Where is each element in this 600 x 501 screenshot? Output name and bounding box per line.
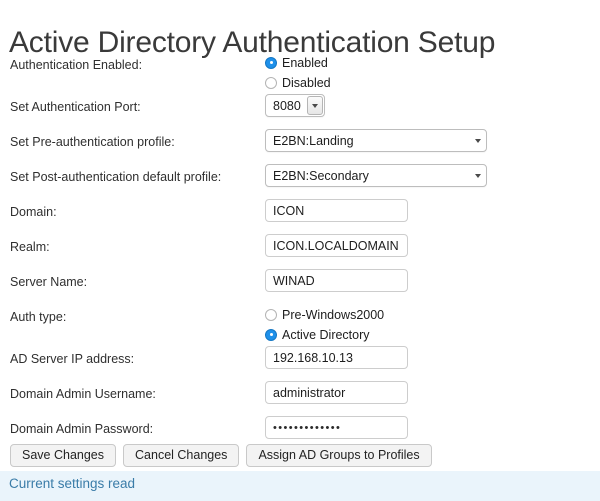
select-post-auth-profile-value: E2BN:Secondary (273, 168, 369, 183)
assign-ad-groups-button[interactable]: Assign AD Groups to Profiles (246, 444, 432, 467)
form-row-domain: Domain: (0, 199, 600, 238)
chevron-down-glyph (475, 138, 481, 143)
label-admin-password: Domain Admin Password: (10, 422, 154, 436)
ad-auth-form: Authentication Enabled: Enabled Disabled… (0, 56, 600, 455)
radio-enabled-label: Enabled (282, 55, 328, 70)
admin-password-input[interactable] (265, 416, 408, 439)
domain-input[interactable] (265, 199, 408, 222)
radio-option-enabled[interactable]: Enabled (265, 54, 331, 71)
radio-active-directory-icon[interactable] (265, 328, 277, 341)
form-row-auth-enabled: Authentication Enabled: Enabled Disabled (0, 56, 600, 98)
chevron-down-icon[interactable] (471, 131, 485, 150)
form-actions: Save Changes Cancel Changes Assign AD Gr… (10, 444, 432, 467)
form-row-realm: Realm: (0, 234, 600, 273)
label-ad-server-ip: AD Server IP address: (10, 352, 135, 366)
control-auth-port: 8080 (265, 94, 325, 117)
select-pre-auth-profile-value: E2BN:Landing (273, 133, 354, 148)
radio-enabled-icon[interactable] (265, 56, 277, 69)
ad-auth-setup-page: Active Directory Authentication Setup Au… (0, 0, 600, 501)
chevron-down-glyph (312, 103, 318, 108)
select-pre-auth-profile[interactable]: E2BN:Landing (265, 129, 487, 152)
ad-server-ip-input[interactable] (265, 346, 408, 369)
radio-group-auth-enabled: Enabled Disabled (265, 54, 331, 94)
cancel-changes-button[interactable]: Cancel Changes (123, 444, 240, 467)
form-row-admin-username: Domain Admin Username: (0, 381, 600, 420)
status-message: Current settings read (9, 476, 136, 491)
admin-username-input[interactable] (265, 381, 408, 404)
label-auth-port: Set Authentication Port: (10, 100, 141, 114)
control-post-auth-profile: E2BN:Secondary (265, 164, 487, 187)
radio-pre-windows2000-label: Pre-Windows2000 (282, 307, 385, 322)
label-auth-type: Auth type: (10, 310, 67, 324)
page-title: Active Directory Authentication Setup (9, 26, 496, 60)
status-bar: Current settings read (0, 471, 600, 501)
form-row-post-auth-profile: Set Post-authentication default profile:… (0, 164, 600, 203)
form-row-ad-server-ip: AD Server IP address: (0, 346, 600, 385)
control-ad-server-ip (265, 346, 408, 369)
chevron-down-glyph (475, 173, 481, 178)
label-server-name: Server Name: (10, 275, 88, 289)
control-pre-auth-profile: E2BN:Landing (265, 129, 487, 152)
form-row-pre-auth-profile: Set Pre-authentication profile: E2BN:Lan… (0, 129, 600, 168)
label-pre-auth-profile: Set Pre-authentication profile: (10, 135, 175, 149)
chevron-down-icon[interactable] (307, 96, 323, 115)
radio-option-pre-windows2000[interactable]: Pre-Windows2000 (265, 306, 384, 323)
select-auth-port-value: 8080 (273, 98, 301, 113)
radio-active-directory-label: Active Directory (282, 327, 370, 342)
server-name-input[interactable] (265, 269, 408, 292)
label-auth-enabled: Authentication Enabled: (10, 58, 143, 72)
save-changes-button[interactable]: Save Changes (10, 444, 117, 467)
radio-option-active-directory[interactable]: Active Directory (265, 326, 384, 343)
control-admin-password (265, 416, 408, 439)
label-admin-username: Domain Admin Username: (10, 387, 156, 401)
radio-disabled-label: Disabled (282, 75, 331, 90)
realm-input[interactable] (265, 234, 408, 257)
form-row-server-name: Server Name: (0, 269, 600, 308)
label-post-auth-profile: Set Post-authentication default profile: (10, 170, 222, 184)
control-domain (265, 199, 408, 222)
control-admin-username (265, 381, 408, 404)
radio-group-auth-type: Pre-Windows2000 Active Directory (265, 306, 384, 346)
label-domain: Domain: (10, 205, 57, 219)
select-auth-port[interactable]: 8080 (265, 94, 325, 117)
radio-pre-windows2000-icon[interactable] (265, 308, 277, 321)
radio-option-disabled[interactable]: Disabled (265, 74, 331, 91)
radio-disabled-icon[interactable] (265, 76, 277, 89)
chevron-down-icon[interactable] (471, 166, 485, 185)
control-server-name (265, 269, 408, 292)
control-realm (265, 234, 408, 257)
form-row-auth-port: Set Authentication Port: 8080 (0, 94, 600, 133)
form-row-auth-type: Auth type: Pre-Windows2000 Active Direct… (0, 308, 600, 350)
label-realm: Realm: (10, 240, 50, 254)
select-post-auth-profile[interactable]: E2BN:Secondary (265, 164, 487, 187)
